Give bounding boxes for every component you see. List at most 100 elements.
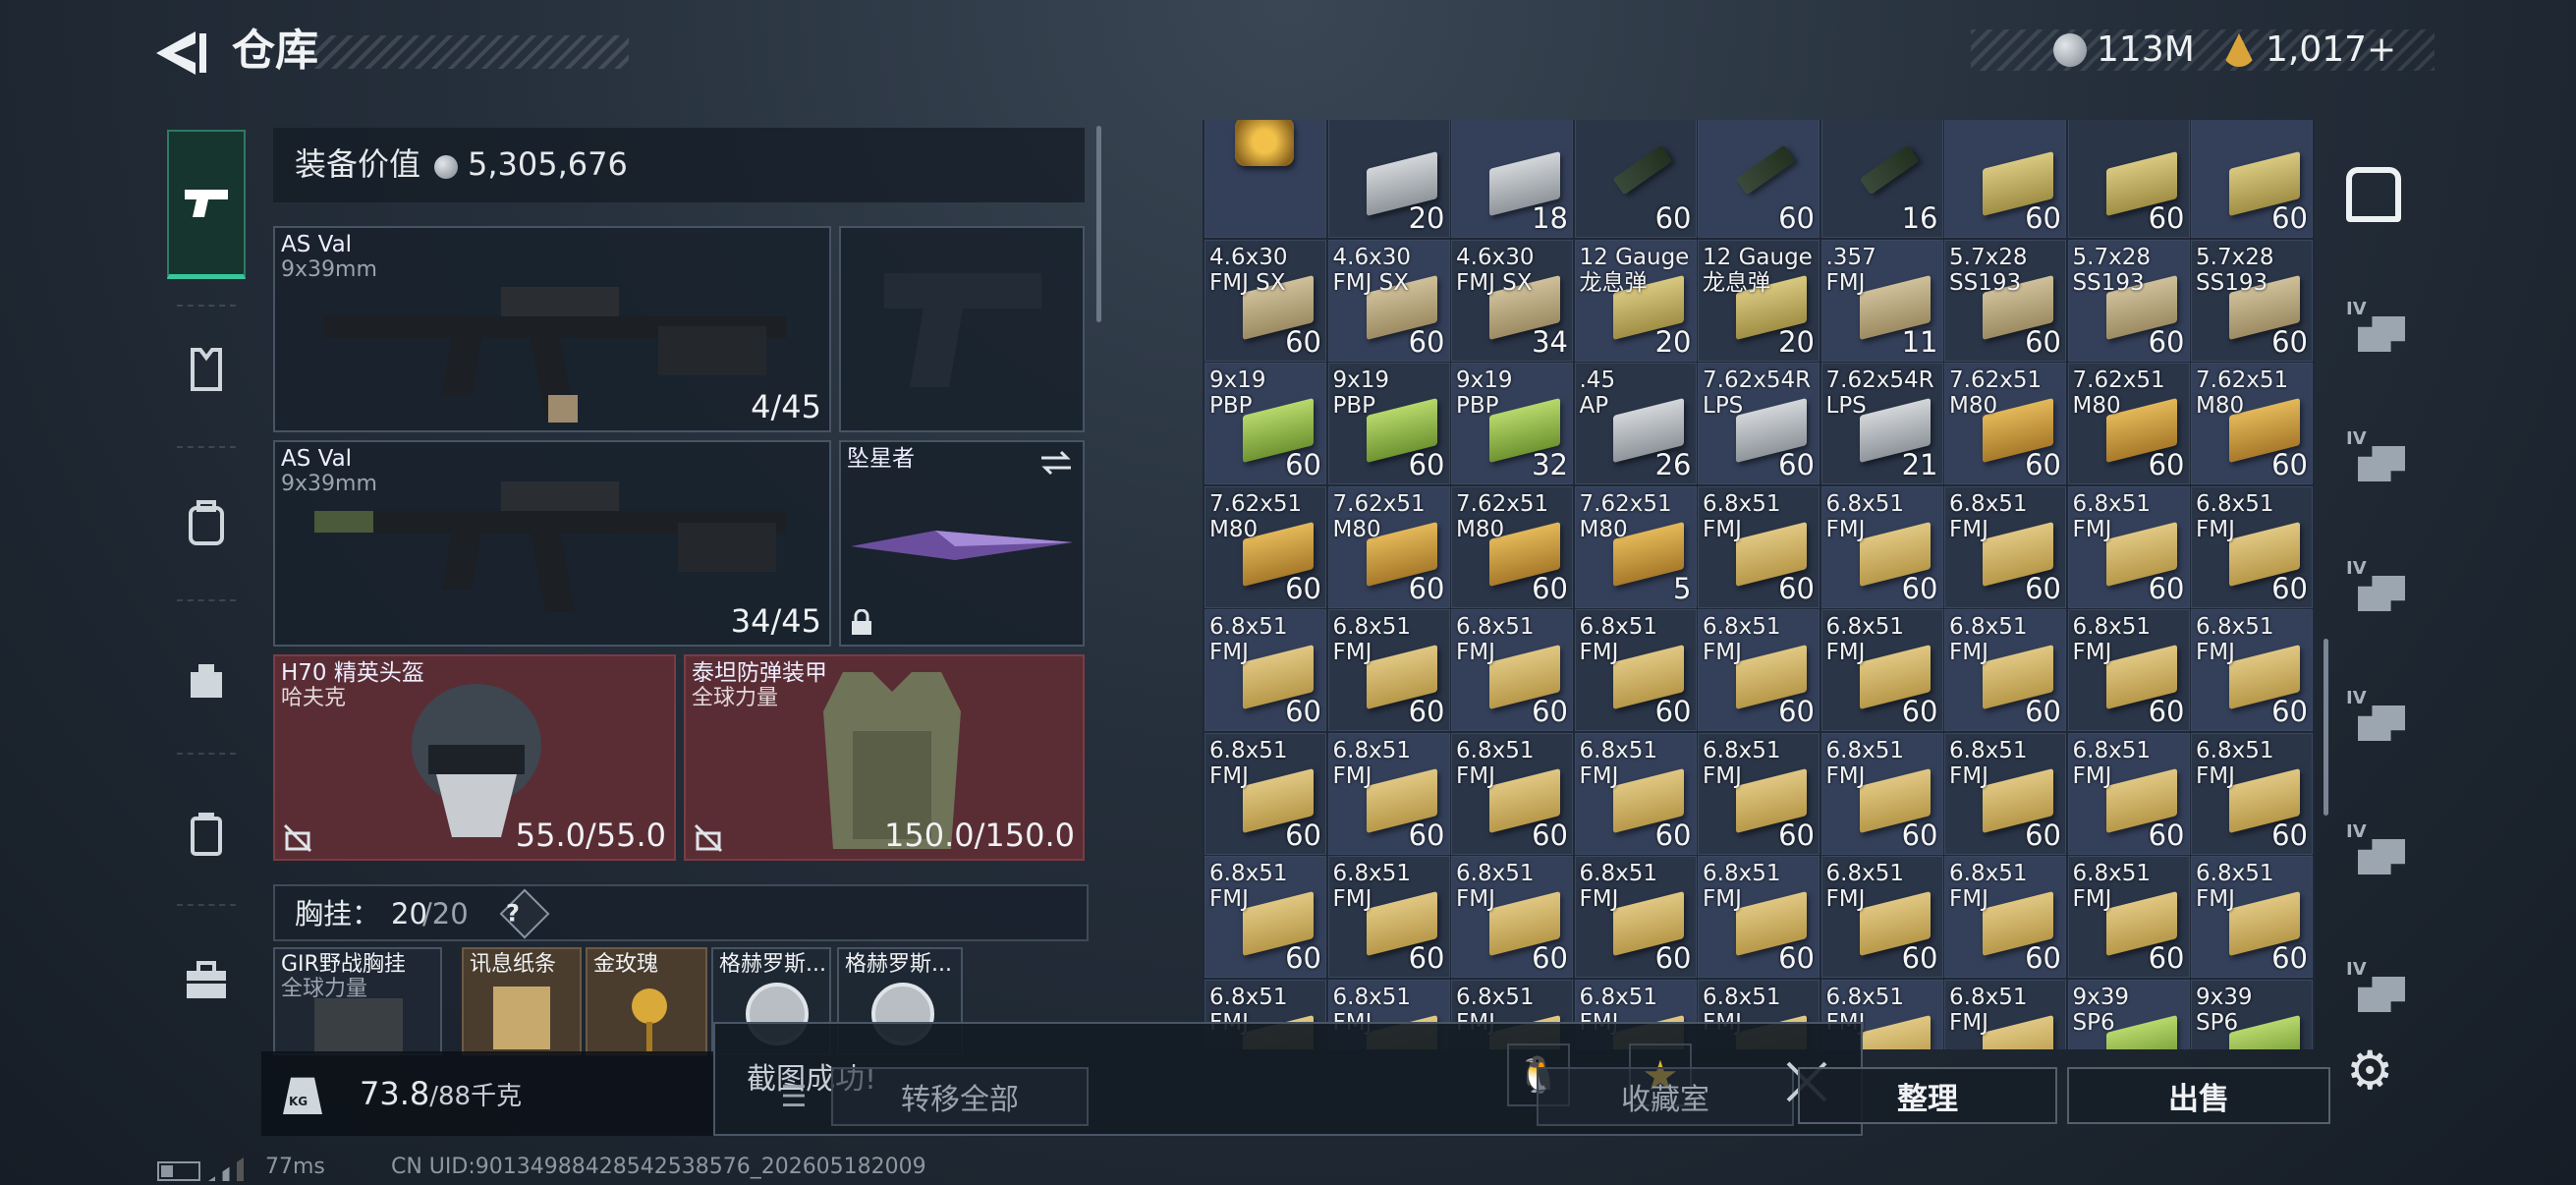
inventory-cell[interactable]: 6.8x51FMJ 60 [2191, 856, 2313, 978]
inventory-cell[interactable]: 18 [1451, 120, 1573, 238]
inventory-cell[interactable]: 6.8x51FMJ 60 [1204, 609, 1326, 731]
inventory-cell[interactable]: 6.8x51FMJ 60 [1451, 732, 1573, 855]
pistol-slot-empty[interactable] [839, 226, 1085, 432]
inventory-scrollbar[interactable] [2324, 639, 2328, 816]
inventory-cell[interactable]: 6.8x51FMJ 60 [2067, 856, 2190, 978]
sell-button[interactable]: 出售 [2067, 1067, 2330, 1124]
inventory-cell[interactable]: 6.8x51FMJ 60 [1327, 856, 1450, 978]
helmet-slot[interactable]: H70 精英头盔 哈夫克 55.0/55.0 [273, 654, 676, 861]
inventory-cell[interactable]: 16 [1820, 120, 1943, 238]
nav-backpack[interactable] [169, 485, 244, 560]
inventory-cell[interactable]: 7.62x51 M80 60 [1327, 485, 1450, 608]
inventory-cell[interactable]: 60 [1698, 120, 1820, 238]
equipment-scrollbar[interactable] [1096, 126, 1101, 322]
nav-bag[interactable] [169, 796, 244, 871]
melee-slot[interactable]: 坠星者 [839, 440, 1085, 647]
primary-weapon-slot[interactable]: AS Val 9x39mm 4/45 [273, 226, 831, 432]
transfer-all-button[interactable]: 转移全部 [831, 1067, 1089, 1126]
secondary-weapon-slot[interactable]: AS Val 9x39mm 34/45 [273, 440, 831, 647]
inventory-cell[interactable]: 6.8x51FMJ 60 [2067, 609, 2190, 731]
inventory-cell[interactable]: 4.6x30 FMJ SX 34 [1451, 239, 1573, 362]
rig-item-note[interactable]: 讯息纸条 [462, 947, 582, 1055]
armor-slot[interactable]: 泰坦防弹装甲 全球力量 150.0/150.0 [684, 654, 1085, 861]
nav-armor[interactable] [169, 332, 244, 407]
inventory-cell[interactable]: 6.8x51FMJ 60 [1574, 856, 1697, 978]
nav-toolbox[interactable] [169, 943, 244, 1018]
help-icon[interactable]: ? [499, 888, 550, 939]
inventory-cell[interactable]: 6.8x51FMJ 60 [1451, 856, 1573, 978]
silver-currency[interactable]: 113M [2053, 26, 2195, 75]
inventory-cell[interactable]: 6.8x51FMJ 60 [1574, 609, 1697, 731]
inventory-cell[interactable]: 6.8x51FMJ 60 [1698, 856, 1820, 978]
inventory-cell[interactable]: 7.62x54R LPS 60 [1698, 363, 1820, 484]
inventory-cell[interactable]: 4.6x30 FMJ SX 60 [1327, 239, 1450, 362]
inventory-cell[interactable]: 6.8x51FMJ 60 [1944, 856, 2066, 978]
inventory-cell[interactable]: 6.8x51FMJ 60 [1820, 609, 1943, 731]
inventory-cell[interactable]: 6.8x51FMJ 60 [1698, 732, 1820, 855]
gear-icon[interactable]: ⚙ [2346, 1044, 2393, 1099]
chest-rig-item[interactable]: GIR野战胸挂 全球力量 [273, 947, 442, 1055]
inventory-cell[interactable]: 6.8x51FMJ 60 [1820, 856, 1943, 978]
inventory-cell[interactable]: 7.62x51 M80 60 [1204, 485, 1326, 608]
inventory-cell[interactable]: 20 [1327, 120, 1450, 238]
inventory-cell[interactable]: 7.62x51 M80 60 [2067, 363, 2190, 484]
inventory-cell[interactable]: 12 Gauge 龙息弹 20 [1698, 239, 1820, 362]
inventory-cell[interactable]: 7.62x51 M80 5 [1574, 485, 1697, 608]
inventory-cell[interactable]: 5.7x28 SS193 60 [2191, 239, 2313, 362]
inventory-cell[interactable]: 6.8x51FMJ 60 [1574, 732, 1697, 855]
inventory-cell[interactable]: 6.8x51FMJ 60 [1451, 609, 1573, 731]
nav-chest-rig[interactable] [169, 643, 244, 717]
inventory-cell[interactable]: 6.8x51FMJ 60 [1204, 732, 1326, 855]
inventory-cell[interactable]: 6.8x51FMJ 60 [1327, 609, 1450, 731]
inventory-cell[interactable]: 6.8x51FMJ 60 [1698, 609, 1820, 731]
inventory-cell[interactable]: 4.6x30 FMJ SX 60 [1204, 239, 1326, 362]
inventory-cell[interactable]: 5.7x28 SS193 60 [1944, 239, 2066, 362]
inventory-cell[interactable]: 6.8x51FMJ 60 [1698, 485, 1820, 608]
inventory-cell[interactable]: 6.8x51FMJ 60 [1944, 732, 2066, 855]
collection-room-button[interactable]: 收藏室 [1537, 1067, 1794, 1126]
inventory-cell[interactable]: 6.8x51FMJ 60 [2067, 732, 2190, 855]
inventory-cell[interactable]: 9x19 PBP 32 [1451, 363, 1573, 484]
inventory-cell[interactable]: 9x39SP660 [2191, 979, 2313, 1049]
storage-tab[interactable]: IV [2342, 428, 2411, 491]
rig-item-rose[interactable]: 金玫瑰 [586, 947, 707, 1055]
inventory-cell[interactable]: 5.7x28 SS193 60 [2067, 239, 2190, 362]
back-arrow-icon[interactable] [152, 28, 211, 79]
inventory-cell[interactable]: 9x19 PBP 60 [1204, 363, 1326, 484]
inventory-cell[interactable]: 6.8x51FMJ 60 [1327, 732, 1450, 855]
inventory-cell[interactable]: 7.62x51 M80 60 [1944, 363, 2066, 484]
swap-arrows-icon[interactable] [1039, 450, 1073, 476]
inventory-cell[interactable]: 6.8x51FMJ 60 [1204, 856, 1326, 978]
storage-tab[interactable]: IV [2342, 959, 2411, 1022]
inventory-cell[interactable]: 7.62x54R LPS 21 [1820, 363, 1943, 484]
inventory-cell[interactable]: 60 [2191, 120, 2313, 238]
inventory-cell[interactable]: .357 FMJ 11 [1820, 239, 1943, 362]
storage-tab[interactable]: IV [2342, 688, 2411, 751]
storage-tab[interactable]: IV [2342, 558, 2411, 621]
inventory-cell[interactable]: 9x39SP660 [2067, 979, 2190, 1049]
nav-weapons[interactable] [167, 130, 246, 279]
inventory-cell[interactable]: 6.8x51FMJ 60 [1820, 732, 1943, 855]
inventory-cell[interactable]: 6.8x51FMJ 60 [1944, 609, 2066, 731]
storage-tab[interactable]: IV [2342, 821, 2411, 884]
inventory-cell[interactable]: 7.62x51 M80 60 [2191, 363, 2313, 484]
inventory-cell[interactable]: 7.62x51 M80 60 [1451, 485, 1573, 608]
organize-button[interactable]: 整理 [1798, 1067, 2057, 1124]
inventory-cell[interactable] [1204, 120, 1326, 238]
gold-currency[interactable]: 1,017+ [2222, 26, 2396, 75]
inventory-cell[interactable]: 6.8x51FMJ 60 [2191, 485, 2313, 608]
inventory-cell[interactable]: 6.8x51FMJ47 [1944, 979, 2066, 1049]
inventory-cell[interactable]: 6.8x51FMJ 60 [2067, 485, 2190, 608]
inventory-cell[interactable]: 6.8x51FMJ 60 [2191, 732, 2313, 855]
inventory-cell[interactable]: 9x19 PBP 60 [1327, 363, 1450, 484]
inventory-cell[interactable]: 60 [1944, 120, 2066, 238]
inventory-cell[interactable]: 60 [1574, 120, 1697, 238]
inventory-cell[interactable]: .45 AP 26 [1574, 363, 1697, 484]
inventory-cell[interactable]: 60 [2067, 120, 2190, 238]
list-icon[interactable]: ☰ [766, 1067, 821, 1126]
storage-tab[interactable]: IV [2342, 299, 2411, 362]
inventory-cell[interactable]: 6.8x51FMJ 60 [2191, 609, 2313, 731]
inventory-cell[interactable]: 6.8x51FMJ 60 [1820, 485, 1943, 608]
inventory-cell[interactable]: 6.8x51FMJ 60 [1944, 485, 2066, 608]
inventory-cell[interactable]: 12 Gauge 龙息弹 20 [1574, 239, 1697, 362]
